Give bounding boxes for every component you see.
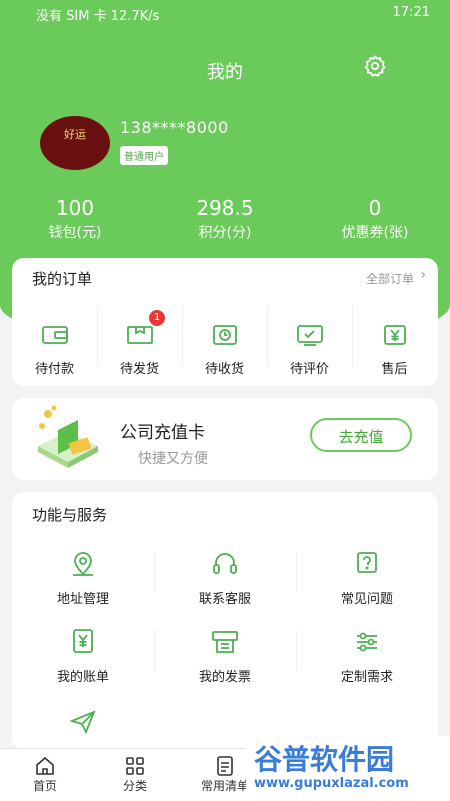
- clock-box-icon: [212, 325, 237, 345]
- location-pin-icon: [73, 552, 93, 576]
- user-level-badge: 普通用户: [120, 146, 168, 165]
- status-left: 没有 SIM 卡 12.7K/s: [36, 9, 160, 24]
- all-orders-link[interactable]: 全部订单: [366, 270, 414, 287]
- send-icon: [69, 710, 96, 735]
- chevron-right-icon[interactable]: ›: [420, 267, 426, 283]
- service-custom[interactable]: 定制需求: [296, 628, 438, 685]
- avatar[interactable]: 好运: [40, 116, 110, 170]
- stat-value: 0: [368, 196, 382, 220]
- recharge-card[interactable]: 公司充值卡 快捷又方便 去充值: [12, 398, 438, 480]
- comment-check-icon: [296, 325, 323, 346]
- watermark: 谷普软件园 www.gupuxlazal.com: [246, 736, 450, 800]
- package-icon: [126, 326, 153, 344]
- service-bills[interactable]: 我的账单: [12, 628, 154, 685]
- status-bar: 没有 SIM 卡 12.7K/s 17:21: [0, 0, 450, 26]
- headset-icon: [213, 553, 237, 574]
- order-pending-shipment[interactable]: 1 待发货: [97, 310, 182, 382]
- tab-label: 常用清单: [200, 779, 249, 793]
- stat-wallet[interactable]: 100 钱包(元): [15, 196, 135, 242]
- order-label: 售后: [381, 362, 408, 377]
- stat-points[interactable]: 298.5 积分(分): [165, 196, 285, 242]
- service-label: 我的账单: [56, 670, 109, 685]
- order-pending-receipt[interactable]: 待收货: [182, 316, 267, 382]
- service-label: 常见问题: [340, 592, 393, 607]
- recharge-card-illustration: [38, 405, 98, 468]
- stat-value: 100: [55, 196, 95, 220]
- watermark-title: 谷普软件园: [254, 743, 395, 776]
- tab-label: 分类: [122, 779, 147, 793]
- order-label: 待付款: [34, 362, 74, 377]
- order-label: 待评价: [289, 362, 329, 377]
- sliders-icon: [357, 632, 377, 652]
- avatar-text: 好运: [64, 128, 86, 141]
- orders-title: 我的订单: [32, 270, 93, 288]
- status-time: 17:21: [392, 5, 430, 20]
- service-label: 我的发票: [198, 670, 251, 685]
- list-icon: [217, 756, 233, 776]
- orders-card: 我的订单 全部订单 › 待付款 1 待发货 待收货 待评价 售后: [12, 258, 438, 386]
- service-invoices[interactable]: 我的发票: [154, 628, 296, 685]
- stat-label: 钱包(元): [48, 225, 102, 241]
- stat-value: 298.5: [196, 196, 254, 220]
- recharge-button[interactable]: 去充值: [310, 418, 412, 452]
- order-count-badge: 1: [149, 310, 165, 326]
- service-send[interactable]: [12, 708, 154, 746]
- gear-icon[interactable]: [363, 54, 387, 78]
- order-label: 待收货: [204, 362, 244, 377]
- order-pending-review[interactable]: 待评价: [267, 316, 352, 382]
- bill-icon: [73, 629, 93, 653]
- grid-icon: [126, 757, 144, 775]
- services-card: 功能与服务 地址管理 联系客服 常见问题 我的账单 我的发票 定制需求: [12, 492, 438, 750]
- order-pending-payment[interactable]: 待付款: [12, 316, 97, 382]
- yen-doc-icon: [383, 325, 406, 345]
- home-icon: [36, 756, 54, 775]
- recharge-title: 公司充值卡: [120, 423, 205, 443]
- stat-coupons[interactable]: 0 优惠券(张): [315, 196, 435, 242]
- watermark-url: www.gupuxlazal.com: [254, 776, 409, 791]
- service-label: 联系客服: [198, 592, 251, 607]
- stat-label: 积分(分): [198, 225, 252, 241]
- tab-category[interactable]: 分类: [90, 755, 180, 794]
- stat-label: 优惠券(张): [341, 225, 409, 241]
- invoice-icon: [212, 631, 238, 653]
- wallet-icon: [41, 326, 68, 344]
- service-label: 定制需求: [340, 670, 393, 685]
- services-title: 功能与服务: [32, 506, 108, 524]
- service-address[interactable]: 地址管理: [12, 550, 154, 607]
- tab-home[interactable]: 首页: [0, 755, 90, 794]
- recharge-subtitle: 快捷又方便: [138, 451, 208, 467]
- question-icon: [357, 552, 377, 573]
- service-support[interactable]: 联系客服: [154, 550, 296, 607]
- order-label: 待发货: [119, 362, 159, 377]
- order-after-sales[interactable]: 售后: [352, 316, 437, 382]
- tab-label: 首页: [32, 779, 57, 793]
- service-label: 地址管理: [56, 592, 109, 607]
- service-faq[interactable]: 常见问题: [296, 550, 438, 607]
- user-phone: 138****8000: [120, 118, 229, 137]
